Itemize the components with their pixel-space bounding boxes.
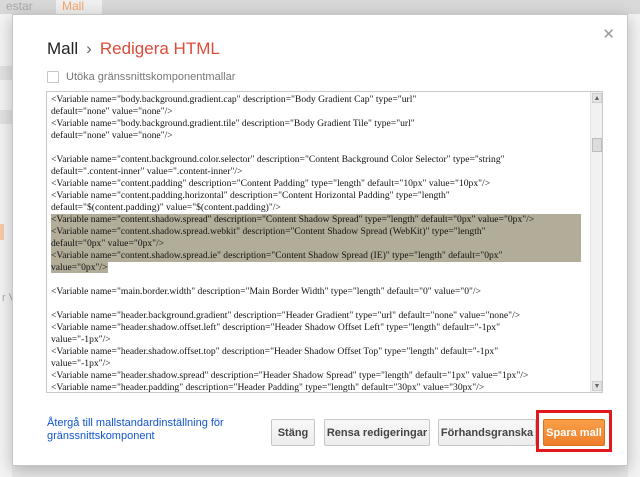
code-line[interactable]: <Variable name="content.shadow.spread.ie… [51,250,581,262]
code-line[interactable]: <Variable name="header.shadow.offset.lef… [51,322,581,334]
background-stripe [0,66,12,80]
code-blank-line[interactable] [51,298,581,310]
code-blank-line[interactable] [51,274,581,286]
dialog-title: Mall › Redigera HTML [47,39,220,59]
code-line[interactable]: default="0px" value="0px"/> [51,238,581,250]
code-line[interactable]: value="-1px"/> [51,358,581,370]
code-line[interactable]: <Variable name="header.padding" descript… [51,382,581,392]
revert-widget-defaults-link[interactable]: Återgå till mallstandardinställning för … [47,417,237,443]
close-icon[interactable]: ✕ [602,27,615,42]
scroll-up-arrow-icon[interactable]: ▲ [592,93,602,103]
background-left-panel [0,14,12,477]
template-code-editor[interactable]: <Variable name="body.background.gradient… [46,91,603,393]
code-line[interactable]: <Variable name="header.background.gradie… [51,310,581,322]
code-lines[interactable]: <Variable name="body.background.gradient… [51,94,581,392]
code-line[interactable]: <Variable name="body.background.gradient… [51,94,581,106]
background-tab: estar [6,0,33,13]
clear-edits-button[interactable]: Rensa redigeringar [324,419,430,446]
breadcrumb-current: Redigera HTML [99,39,220,58]
background-right-panel [628,14,640,477]
code-line[interactable]: default="none" value="none"/> [51,130,581,142]
close-button[interactable]: Stäng [271,419,315,446]
code-blank-line[interactable] [51,142,581,154]
code-line[interactable]: <Variable name="content.shadow.spread" d… [51,214,581,226]
code-line[interactable]: <Variable name="main.border.width" descr… [51,286,581,298]
scroll-down-arrow-icon[interactable]: ▼ [592,381,602,391]
expand-widgets-label[interactable]: Utöka gränssnittskomponentmallar [66,71,235,83]
background-tab-active: Mall [56,0,102,14]
breadcrumb-separator: › [86,39,92,58]
save-template-button[interactable]: Spara mall [543,419,605,446]
code-line[interactable]: default="none" value="none"/> [51,106,581,118]
code-line[interactable]: <Variable name="header.shadow.offset.top… [51,346,581,358]
expand-widgets-row: Utöka gränssnittskomponentmallar [47,71,235,83]
background-stripe [0,110,12,124]
breadcrumb-parent: Mall [47,39,79,58]
preview-button[interactable]: Förhandsgranska [438,419,536,446]
code-line[interactable]: value="-1px"/> [51,334,581,346]
code-line[interactable]: value="0px"/> [51,262,581,274]
edit-html-dialog: ✕ Mall › Redigera HTML Utöka gränssnittsko… [12,14,628,466]
code-line[interactable]: default="$(content.padding)" value="$(co… [51,202,581,214]
code-line[interactable]: <Variable name="body.background.gradient… [51,118,581,130]
code-selection[interactable]: value="0px"/> [51,262,108,273]
background-accent [0,224,4,240]
code-line[interactable]: <Variable name="content.padding" descrip… [51,178,581,190]
editor-scrollbar[interactable]: ▲ ▼ [590,92,602,392]
code-line[interactable]: <Variable name="content.background.color… [51,154,581,166]
scroll-thumb[interactable] [592,138,602,152]
expand-widgets-checkbox[interactable] [47,71,59,83]
code-line[interactable]: default=".content-inner" value=".content… [51,166,581,178]
code-line[interactable]: <Variable name="content.padding.horizont… [51,190,581,202]
code-line[interactable]: <Variable name="header.shadow.spread" de… [51,370,581,382]
code-line[interactable]: <Variable name="content.shadow.spread.we… [51,226,581,238]
